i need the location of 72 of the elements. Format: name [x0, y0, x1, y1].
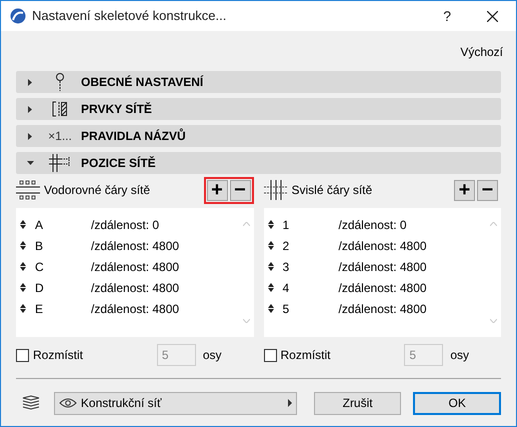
reorder-icon[interactable] — [268, 220, 274, 229]
grid-icon — [49, 154, 71, 172]
cancel-button[interactable]: Zrušit — [314, 392, 402, 414]
distribute-label: Rozmístit — [280, 347, 331, 364]
grid-line-name: 2 — [282, 238, 290, 254]
grid-line-name: 4 — [282, 280, 290, 296]
grid-line-name: A — [35, 216, 44, 234]
add-button[interactable]: + — [206, 180, 228, 200]
close-icon[interactable] — [487, 10, 498, 22]
ok-button[interactable]: OK — [413, 392, 502, 414]
caret-icon — [288, 399, 292, 407]
panel-title: Svislé čáry sítě — [292, 182, 372, 199]
section-header[interactable]: PRVKY SÍTĚ — [16, 98, 501, 120]
grid-line-name: 3 — [282, 258, 290, 276]
reorder-icon[interactable] — [20, 304, 26, 313]
distance-value: /zdálenost: 4800 — [91, 280, 180, 296]
distance-value: /zdálenost: 4800 — [338, 238, 427, 254]
distance-value: /zdálenost: 4800 — [338, 300, 427, 318]
distance-value: /zdálenost: 0 — [91, 216, 160, 234]
grid-line-name: E — [35, 300, 44, 318]
distance-value: /zdálenost: 4800 — [91, 258, 180, 276]
section-title: POZICE SÍTĚ — [81, 155, 156, 172]
layers-icon — [22, 395, 40, 411]
layer-dropdown[interactable]: Konstrukční síť — [54, 392, 297, 414]
section-title: OBECNÉ NASTAVENÍ — [81, 74, 204, 91]
panel-title: Vodorovné čáry sítě — [44, 182, 150, 199]
distance-value: /zdálenost: 4800 — [91, 238, 180, 254]
layer-name: Konstrukční síť — [80, 395, 162, 412]
reorder-icon[interactable] — [268, 262, 274, 271]
add-button[interactable]: + — [454, 180, 475, 200]
unit-label: osy — [450, 347, 469, 364]
defaults-link[interactable]: Výchozí — [460, 43, 503, 61]
distribute-label: Rozmístit — [33, 347, 84, 364]
collapsed-triangle-icon — [28, 78, 32, 86]
remove-button[interactable]: − — [477, 180, 498, 200]
collapsed-triangle-icon — [28, 132, 32, 140]
grid-line-name: 5 — [282, 300, 290, 318]
distance-value: /zdálenost: 4800 — [338, 258, 427, 276]
help-button[interactable]: ? — [443, 6, 451, 26]
grid-line-name: C — [35, 258, 45, 276]
section-header[interactable]: POZICE SÍTĚ — [16, 152, 501, 174]
reorder-icon[interactable] — [268, 283, 274, 292]
naming-icon: ×1... — [48, 127, 72, 145]
distance-value: /zdálenost: 4800 — [338, 280, 427, 296]
section-header[interactable]: ×1... PRAVIDLA NÁZVŮ — [16, 125, 501, 147]
section-header[interactable]: OBECNÉ NASTAVENÍ — [16, 71, 501, 93]
remove-button[interactable]: − — [230, 180, 250, 200]
panel-icon — [52, 101, 68, 117]
eye-icon — [58, 398, 77, 408]
grid-line-name: D — [35, 280, 45, 296]
distance-value: /zdálenost: 0 — [338, 216, 407, 234]
reorder-icon[interactable] — [20, 241, 26, 250]
section-title: PRAVIDLA NÁZVŮ — [81, 127, 186, 145]
checkbox[interactable] — [16, 348, 29, 362]
expanded-triangle-icon — [26, 161, 34, 165]
reorder-icon[interactable] — [268, 304, 274, 313]
reorder-icon[interactable] — [20, 262, 26, 271]
horizontal-grid-icon — [16, 180, 40, 200]
distance-value: /zdálenost: 4800 — [91, 300, 180, 318]
vertical-grid-icon — [264, 180, 288, 200]
reorder-icon[interactable] — [20, 220, 26, 229]
grid-line-name: B — [35, 238, 44, 254]
checkbox[interactable] — [264, 348, 276, 362]
window-title: Nastavení skeletové konstrukce... — [32, 7, 226, 26]
unit-label: osy — [202, 347, 222, 364]
reorder-icon[interactable] — [268, 241, 274, 250]
app-logo-icon — [10, 8, 26, 24]
pin-icon — [55, 73, 65, 91]
reorder-icon[interactable] — [20, 283, 26, 292]
grid-line-name: 1 — [282, 216, 290, 234]
section-title: PRVKY SÍTĚ — [81, 101, 152, 118]
collapsed-triangle-icon — [28, 106, 32, 112]
